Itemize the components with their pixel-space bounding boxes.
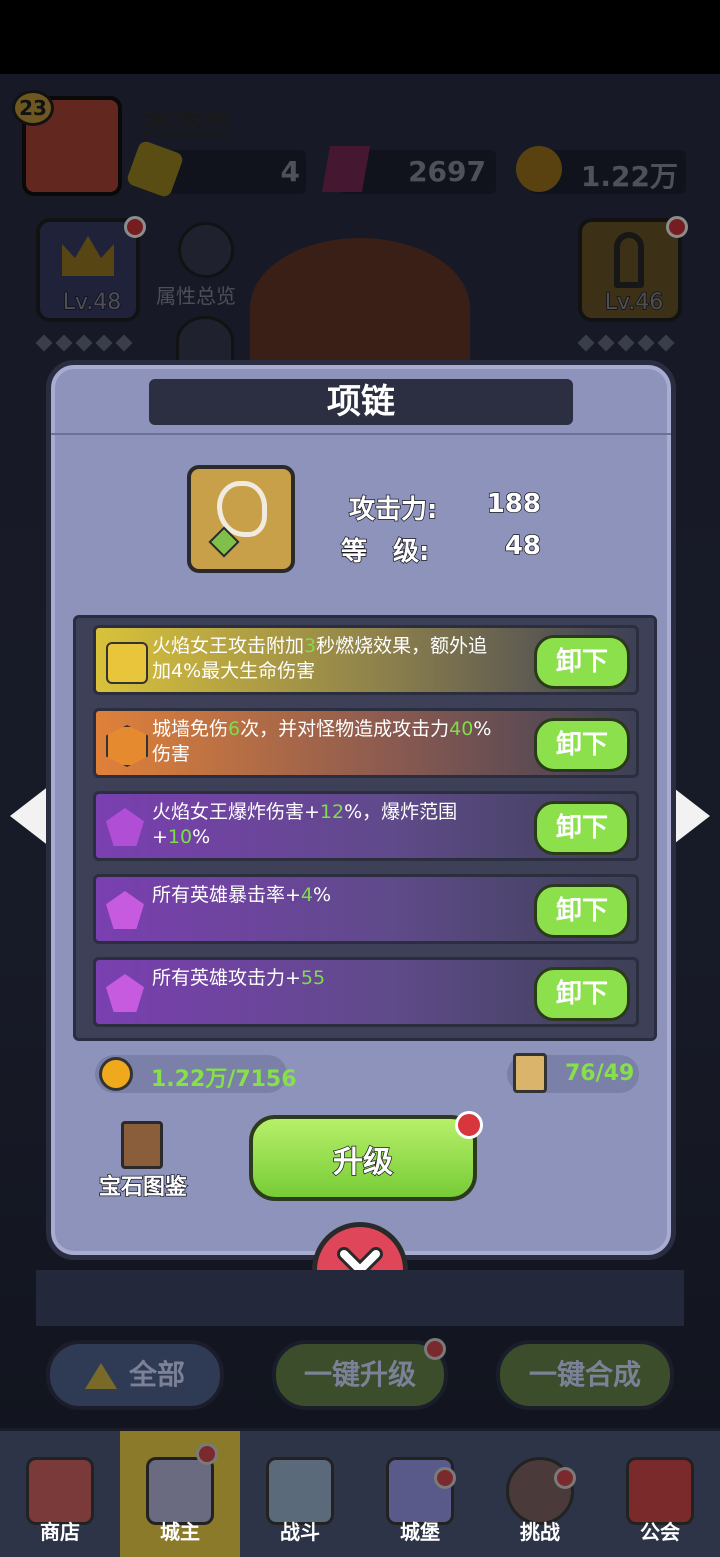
one-click-upgrade-label: 一键升级 bbox=[303, 1358, 416, 1391]
nav-lord[interactable]: 城主 bbox=[120, 1431, 240, 1557]
nav-lord-label: 城主 bbox=[160, 1520, 200, 1544]
attack-value: 188 bbox=[486, 488, 542, 520]
one-click-merge-label: 一键合成 bbox=[528, 1358, 641, 1391]
gem-slot-1: 火焰女王攻击附加3秒燃烧效果，额外追加4%最大生命伤害 卸下 bbox=[93, 625, 639, 695]
gold-cost: 1.22万/7156 bbox=[151, 1067, 297, 1092]
nav-guild[interactable]: 公会 bbox=[600, 1431, 720, 1557]
necklace-scroll-icon bbox=[513, 1053, 547, 1093]
gold-coin-icon bbox=[99, 1057, 133, 1091]
gem-slot-3-description: 火焰女王爆炸伤害+12%，爆炸范围+10% bbox=[152, 801, 458, 848]
gem-slot-3-unequip-button[interactable]: 卸下 bbox=[534, 801, 630, 855]
necklace-item-frame bbox=[187, 465, 295, 573]
gem-guide-book-icon[interactable] bbox=[121, 1121, 163, 1169]
gem-slot-5-unequip-button[interactable]: 卸下 bbox=[534, 967, 630, 1021]
gem-slot-4-unequip-button[interactable]: 卸下 bbox=[534, 884, 630, 938]
gem-slot-3: 火焰女王爆炸伤害+12%，爆炸范围+10% 卸下 bbox=[93, 791, 639, 861]
nav-challenge-label: 挑战 bbox=[520, 1520, 560, 1544]
gem-slot-5: 所有英雄攻击力+55 卸下 bbox=[93, 957, 639, 1027]
gem-slot-2-unequip-button[interactable]: 卸下 bbox=[534, 718, 630, 772]
nav-shop-label: 商店 bbox=[40, 1520, 80, 1544]
level-value: 48 bbox=[504, 530, 542, 562]
purple-gem-icon bbox=[106, 808, 144, 846]
crossed-swords-icon bbox=[266, 1457, 334, 1525]
nav-battle-label: 战斗 bbox=[280, 1520, 320, 1544]
one-click-upgrade-notification-dot bbox=[424, 1338, 446, 1360]
nav-castle[interactable]: 城堡 bbox=[360, 1431, 480, 1557]
title-divider bbox=[51, 433, 671, 435]
gem-slot-2-description: 城墙免伤6次，并对怪物造成攻击力40%伤害 bbox=[152, 718, 492, 765]
nav-castle-notification-dot bbox=[434, 1467, 456, 1489]
orange-gem-icon bbox=[106, 725, 148, 767]
gem-slot-1-unequip-button[interactable]: 卸下 bbox=[534, 635, 630, 689]
gem-slot-4-description: 所有英雄暴击率+4% bbox=[152, 884, 332, 906]
one-click-merge-button[interactable]: 一键合成 bbox=[496, 1340, 674, 1410]
purple-gem-icon bbox=[106, 974, 144, 1012]
scroll-cost: 76/49 bbox=[565, 1061, 635, 1086]
filter-all-label: 全部 bbox=[128, 1358, 185, 1391]
one-click-upgrade-button[interactable]: 一键升级 bbox=[272, 1340, 448, 1410]
gem-inventory-strip bbox=[36, 1270, 684, 1326]
upgrade-notification-dot bbox=[455, 1111, 483, 1139]
nav-challenge-notification-dot bbox=[554, 1467, 576, 1489]
nav-challenge[interactable]: 挑战 bbox=[480, 1431, 600, 1557]
bottom-navigation: 商店 城主 战斗 城堡 挑战 公会 bbox=[0, 1428, 720, 1557]
modal-title-bar: 项链 bbox=[149, 379, 573, 425]
gem-slot-1-description: 火焰女王攻击附加3秒燃烧效果，额外追加4%最大生命伤害 bbox=[152, 635, 488, 682]
level-label: 等 级: bbox=[340, 536, 430, 568]
gem-slot-5-description: 所有英雄攻击力+55 bbox=[152, 967, 326, 989]
necklace-modal: 项链 攻击力: 188 等 级: 48 火焰女王攻击附加3秒燃烧效果，额外追加4… bbox=[46, 360, 676, 1260]
nav-guild-label: 公会 bbox=[640, 1520, 680, 1544]
triangle-up-icon bbox=[84, 1363, 117, 1389]
nav-battle[interactable]: 战斗 bbox=[240, 1431, 360, 1557]
modal-title: 项链 bbox=[327, 382, 395, 422]
nav-shop[interactable]: 商店 bbox=[0, 1431, 120, 1557]
gem-slot-2: 城墙免伤6次，并对怪物造成攻击力40%伤害 卸下 bbox=[93, 708, 639, 778]
shop-icon bbox=[26, 1457, 94, 1525]
gem-slot-4: 所有英雄暴击率+4% 卸下 bbox=[93, 874, 639, 944]
guild-banner-icon bbox=[626, 1457, 694, 1525]
upgrade-button[interactable]: 升级 bbox=[249, 1115, 477, 1201]
attack-label: 攻击力: bbox=[348, 494, 438, 526]
upgrade-label: 升级 bbox=[332, 1144, 394, 1181]
nav-lord-notification-dot bbox=[196, 1443, 218, 1465]
purple-gem-icon bbox=[106, 891, 144, 929]
crown-icon bbox=[146, 1457, 214, 1525]
gem-guide-label[interactable]: 宝石图鉴 bbox=[98, 1169, 188, 1201]
nav-castle-label: 城堡 bbox=[400, 1520, 440, 1544]
yellow-gem-icon bbox=[106, 642, 148, 684]
filter-all-button[interactable]: 全部 bbox=[46, 1340, 224, 1410]
